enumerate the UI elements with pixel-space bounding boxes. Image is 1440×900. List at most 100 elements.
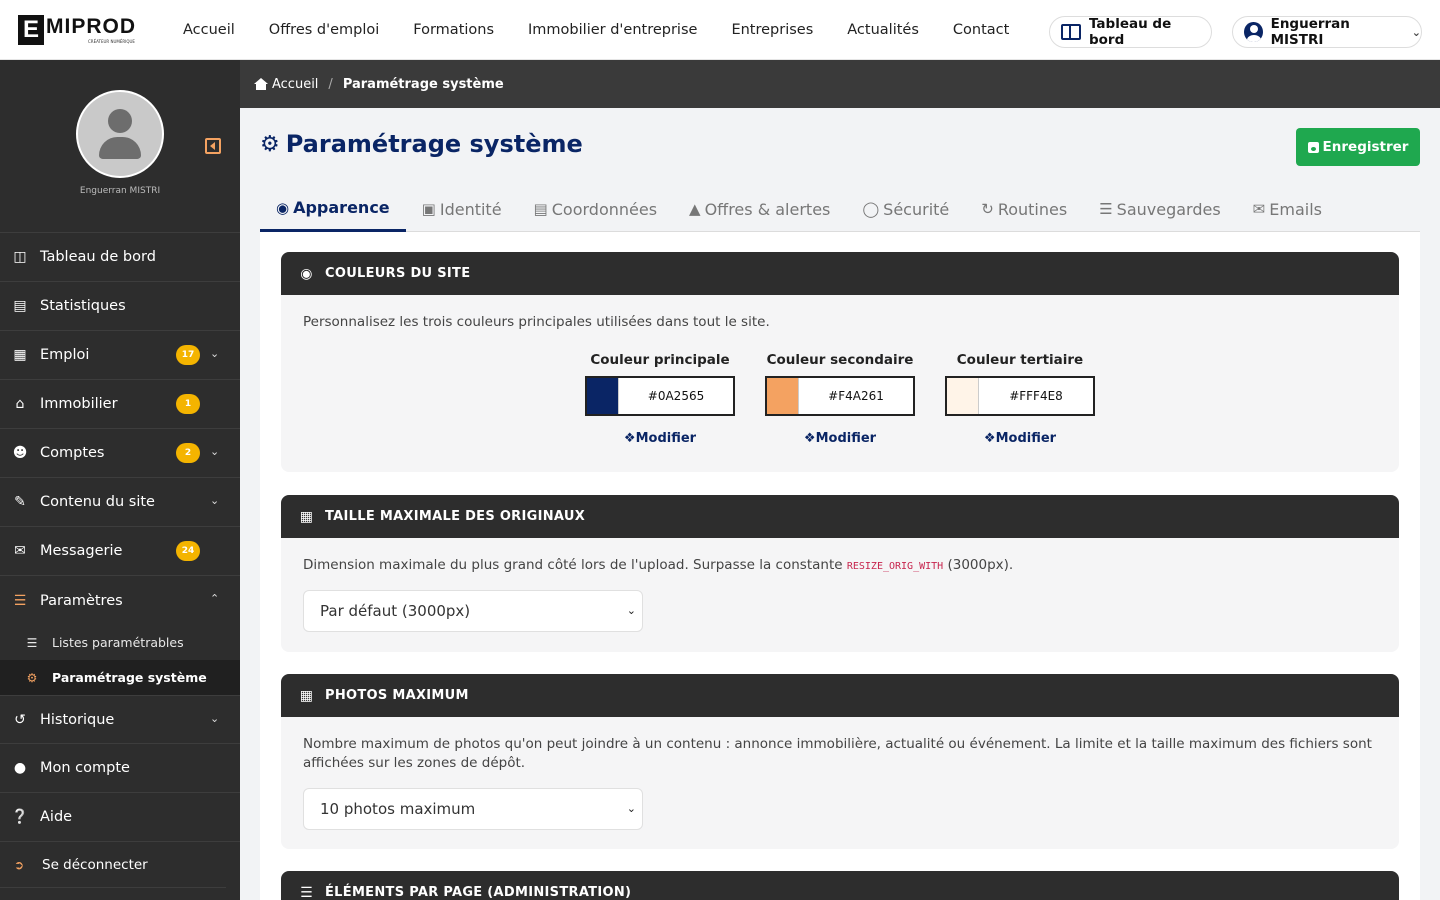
sidebar-item-statistics[interactable]: ▤ Statistiques bbox=[0, 282, 240, 331]
sync-icon: ↻ bbox=[981, 200, 994, 218]
nav-link-entreprises[interactable]: Entreprises bbox=[731, 22, 813, 38]
count-badge: 1 bbox=[176, 394, 200, 414]
nav-link-formations[interactable]: Formations bbox=[413, 22, 494, 38]
pen-icon: ✎ bbox=[14, 494, 26, 510]
page-title: ⚙ Paramétrage système bbox=[260, 130, 583, 158]
color-hex: #F4A261 bbox=[828, 389, 884, 403]
modify-button[interactable]: ❖Modifier bbox=[945, 431, 1095, 446]
max-photos-select[interactable]: 10 photos maximum ⌄ bbox=[303, 788, 643, 830]
color-preview bbox=[587, 378, 619, 414]
comments-icon: ✉ bbox=[14, 543, 26, 559]
sidebar-subitem-system-settings[interactable]: ⚙ Paramétrage système bbox=[0, 660, 240, 695]
nav-link-contact[interactable]: Contact bbox=[953, 22, 1009, 38]
dashboard-icon bbox=[1061, 24, 1081, 40]
sliders-icon: ☰ bbox=[13, 592, 27, 609]
dashboard-button[interactable]: Tableau de bord bbox=[1049, 16, 1212, 48]
sidebar-item-help[interactable]: ❔ Aide bbox=[0, 793, 240, 842]
tab-label: Identité bbox=[439, 199, 502, 219]
color-input[interactable]: #F4A261 bbox=[765, 376, 915, 416]
sidebar-item-label: Paramètres bbox=[40, 592, 123, 609]
tab-appearance[interactable]: ◉ Apparence bbox=[260, 186, 406, 232]
user-name: Enguerran MISTRI bbox=[1270, 16, 1350, 48]
sidebar-subitem-label: Paramétrage système bbox=[52, 670, 207, 685]
card-header: ▦ TAILLE MAXIMALE DES ORIGINAUX bbox=[281, 495, 1399, 538]
logout-link[interactable]: ➲ Se déconnecter bbox=[0, 842, 226, 888]
modify-label: Modifier bbox=[995, 431, 1057, 446]
sidebar-item-dashboard[interactable]: ◫ Tableau de bord bbox=[0, 233, 240, 282]
count-badge: 2 bbox=[176, 443, 200, 463]
tab-label: Coordonnées bbox=[551, 199, 658, 219]
modify-label: Modifier bbox=[815, 431, 877, 446]
sidebar-item-messaging[interactable]: ✉ Messagerie 24 bbox=[0, 527, 240, 576]
sidebar-item-settings[interactable]: ☰ Paramètres ⌃ bbox=[0, 576, 240, 625]
palette-icon: ◉ bbox=[276, 198, 290, 217]
tab-security[interactable]: ◯ Sécurité bbox=[846, 186, 965, 232]
sliders-icon: ☰ bbox=[26, 635, 38, 650]
tab-emails[interactable]: ✉ Emails bbox=[1237, 186, 1338, 232]
database-icon: ☰ bbox=[1099, 200, 1113, 218]
tab-identity[interactable]: ▣ Identité bbox=[406, 186, 518, 232]
swatch-label: Couleur secondaire bbox=[766, 352, 914, 368]
color-input[interactable]: #FFF4E8 bbox=[945, 376, 1095, 416]
nav-link-offres[interactable]: Offres d'emploi bbox=[269, 22, 380, 38]
sidebar-item-history[interactable]: ↺ Historique ⌄ bbox=[0, 695, 240, 744]
sidebar-item-accounts[interactable]: ☻ Comptes 2 ⌄ bbox=[0, 429, 240, 478]
avatar bbox=[76, 90, 164, 178]
tab-label: Sauvegardes bbox=[1116, 199, 1221, 219]
sidebar: Enguerran MISTRI ◫ Tableau de bord ▤ Sta… bbox=[0, 60, 240, 900]
user-menu-button[interactable]: Enguerran MISTRI ⌄ bbox=[1232, 16, 1422, 48]
tab-label: Sécurité bbox=[883, 199, 950, 219]
card-header: ◉ COULEURS DU SITE bbox=[281, 252, 1399, 295]
palette-icon: ◉ bbox=[300, 265, 313, 282]
modify-label: Modifier bbox=[635, 431, 697, 446]
collapse-sidebar-icon[interactable] bbox=[205, 138, 221, 154]
gear-icon: ⚙ bbox=[260, 131, 280, 157]
tab-backups[interactable]: ☰ Sauvegardes bbox=[1083, 186, 1236, 232]
breadcrumb-home[interactable]: Accueil bbox=[272, 77, 318, 92]
help-icon: ❔ bbox=[11, 809, 29, 825]
sign-out-icon: ➲ bbox=[14, 857, 25, 872]
sidebar-item-jobs[interactable]: ▦ Emploi 17 ⌄ bbox=[0, 331, 240, 380]
sidebar-item-site-content[interactable]: ✎ Contenu du site ⌄ bbox=[0, 478, 240, 527]
select-value: Par défaut (3000px) bbox=[320, 602, 471, 620]
elements-per-page-card: ☰ ÉLÉMENTS PAR PAGE (ADMINISTRATION) bbox=[281, 871, 1399, 900]
photos-card: ▦ PHOTOS MAXIMUM Nombre maximum de photo… bbox=[281, 674, 1399, 849]
nav-link-accueil[interactable]: Accueil bbox=[183, 22, 235, 38]
briefcase-icon: ▦ bbox=[13, 347, 27, 363]
sidebar-subitem-configurable-lists[interactable]: ☰ Listes paramétrables bbox=[0, 625, 240, 660]
chevron-down-icon: ⌄ bbox=[210, 347, 220, 360]
modify-button[interactable]: ❖Modifier bbox=[765, 431, 915, 446]
bank-icon: ▣ bbox=[421, 200, 436, 218]
tab-offers-alerts[interactable]: ▲ Offres & alertes bbox=[673, 186, 846, 232]
sidebar-item-label: Contenu du site bbox=[40, 494, 155, 510]
chevron-down-icon: ⌄ bbox=[626, 802, 636, 815]
nav-link-immobilier[interactable]: Immobilier d'entreprise bbox=[528, 22, 697, 38]
sidebar-item-label: Statistiques bbox=[40, 298, 126, 314]
sidebar-item-real-estate[interactable]: ⌂ Immobilier 1 bbox=[0, 380, 240, 429]
image-icon: ▦ bbox=[299, 508, 314, 525]
sidebar-subitem-label: Listes paramétrables bbox=[52, 635, 184, 650]
save-icon bbox=[1307, 141, 1319, 153]
chevron-down-icon: ⌄ bbox=[210, 445, 220, 458]
max-size-select[interactable]: Par défaut (3000px) ⌄ bbox=[303, 590, 643, 632]
color-preview bbox=[947, 378, 979, 414]
desc-text: (3000px). bbox=[943, 557, 1014, 573]
color-input[interactable]: #0A2565 bbox=[585, 376, 735, 416]
sidebar-item-my-account[interactable]: ● Mon compte bbox=[0, 744, 240, 793]
constant-code: RESIZE_ORIG_WITH bbox=[846, 561, 944, 572]
logo-letter: E bbox=[18, 15, 44, 45]
site-logo[interactable]: E MIPROD CRÉATEUR NUMÉRIQUE bbox=[18, 15, 136, 45]
chevron-down-icon: ⌄ bbox=[210, 494, 220, 507]
chevron-down-icon: ⌄ bbox=[626, 604, 636, 617]
sidebar-item-label: Emploi bbox=[40, 347, 90, 363]
chevron-down-icon: ⌄ bbox=[1411, 25, 1421, 39]
breadcrumb-separator: / bbox=[328, 76, 333, 92]
save-button[interactable]: Enregistrer bbox=[1296, 128, 1420, 166]
tab-contact-details[interactable]: ▤ Coordonnées bbox=[518, 186, 673, 232]
nav-link-actualites[interactable]: Actualités bbox=[847, 22, 919, 38]
gear-icon: ⚙ bbox=[26, 670, 38, 685]
card-description: Dimension maximale du plus grand côté lo… bbox=[281, 538, 1399, 576]
sidebar-item-label: Comptes bbox=[40, 445, 105, 461]
tab-routines[interactable]: ↻ Routines bbox=[965, 186, 1083, 232]
modify-button[interactable]: ❖Modifier bbox=[585, 431, 735, 446]
